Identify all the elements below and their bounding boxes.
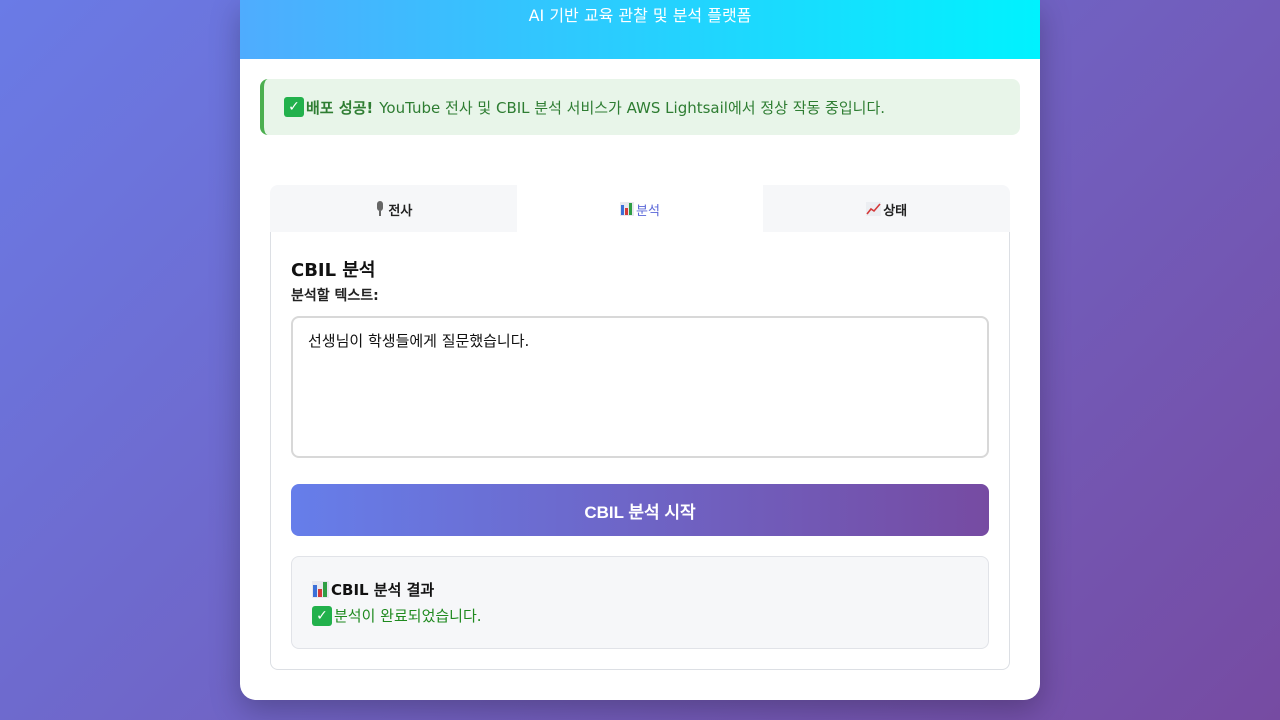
start-analysis-button[interactable]: CBIL 분석 시작 — [291, 484, 989, 536]
tab-bar: 전사 분석 상태 — [270, 185, 1010, 233]
tab-transcription[interactable]: 전사 — [270, 185, 517, 233]
header: AI 기반 교육 관찰 및 분석 플랫폼 — [240, 0, 1040, 59]
analysis-text-input[interactable]: 선생님이 학생들에게 질문했습니다. — [291, 316, 989, 458]
header-subtitle: AI 기반 교육 관찰 및 분석 플랫폼 — [528, 6, 752, 25]
banner-strong-text: 배포 성공! — [306, 98, 374, 117]
trend-chart-icon — [866, 202, 882, 216]
result-title-row: CBIL 분석 결과 — [312, 579, 434, 600]
microphone-icon — [374, 201, 386, 217]
tab-status[interactable]: 상태 — [763, 185, 1010, 233]
result-title: CBIL 분석 결과 — [331, 581, 435, 599]
tab-analysis-label: 분석 — [636, 203, 660, 219]
success-banner: ✓ 배포 성공! YouTube 전사 및 CBIL 분석 서비스가 AWS L… — [260, 79, 1020, 135]
check-mark-icon: ✓ — [312, 605, 332, 626]
check-mark-icon: ✓ — [284, 97, 304, 117]
main-card: AI 기반 교육 관찰 및 분석 플랫폼 ✓ 배포 성공! YouTube 전사… — [240, 0, 1040, 700]
result-message: 분석이 완료되었습니다. — [334, 607, 482, 625]
tab-status-label: 상태 — [883, 203, 908, 219]
input-label: 분석할 텍스트: — [291, 288, 379, 304]
result-box: CBIL 분석 결과 ✓ 분석이 완료되었습니다. — [291, 556, 989, 649]
banner-text: YouTube 전사 및 CBIL 분석 서비스가 AWS Lightsail에… — [379, 98, 886, 117]
tab-transcription-label: 전사 — [388, 203, 413, 219]
tab-analysis[interactable]: 분석 — [516, 185, 764, 233]
bar-chart-icon — [312, 581, 329, 598]
bar-chart-icon — [620, 202, 635, 216]
analysis-panel: CBIL 분석 분석할 텍스트: 선생님이 학생들에게 질문했습니다. CBIL… — [270, 232, 1010, 670]
result-message-row: ✓ 분석이 완료되었습니다. — [312, 605, 482, 626]
section-title: CBIL 분석 — [291, 260, 376, 281]
